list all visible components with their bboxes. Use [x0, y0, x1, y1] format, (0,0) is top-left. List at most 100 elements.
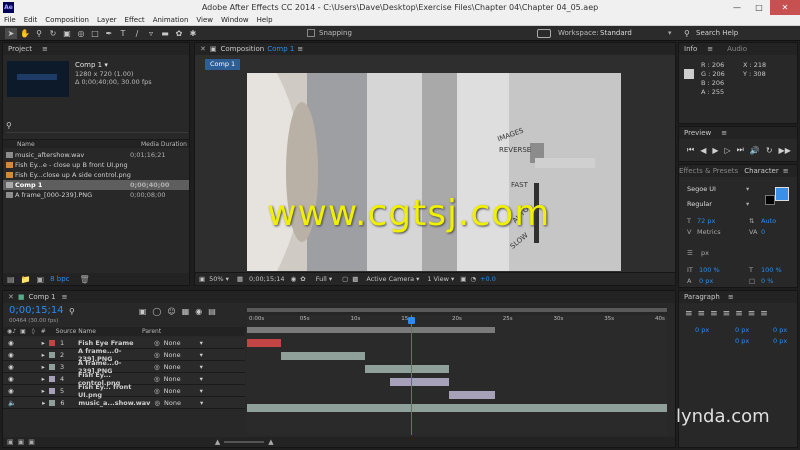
menu-composition[interactable]: Composition: [41, 15, 93, 26]
type-tool-icon[interactable]: T: [117, 28, 129, 39]
indent-first-value[interactable]: 0 px: [735, 326, 749, 334]
mute-icon[interactable]: 🔊: [750, 146, 760, 155]
menu-effect[interactable]: Effect: [121, 15, 149, 26]
menu-view[interactable]: View: [192, 15, 217, 26]
magnification-select[interactable]: 50%: [209, 275, 223, 283]
project-item[interactable]: A frame_[000-239].PNG 0;00;08;00: [3, 190, 189, 200]
layer-parent-select[interactable]: None: [164, 363, 200, 371]
trash-icon[interactable]: 🗑: [80, 275, 90, 284]
layer-parent-select[interactable]: None: [164, 387, 200, 395]
search-help-input[interactable]: Search Help: [696, 27, 738, 40]
menu-file[interactable]: File: [0, 15, 20, 26]
project-tab[interactable]: Project: [8, 43, 32, 55]
last-frame-icon[interactable]: ⏭: [737, 145, 744, 155]
new-comp-icon[interactable]: ▣: [37, 275, 45, 284]
shy-layers-icon[interactable]: ☺: [167, 307, 175, 316]
graph-editor-icon[interactable]: ▤: [208, 307, 216, 316]
layer-name[interactable]: Fish Eye Frame: [78, 339, 152, 347]
stroke-width-value[interactable]: px: [701, 249, 709, 257]
composition-viewer-image[interactable]: IMAGES REVERSE FAST AUTO SLOW www.cgtsj.…: [247, 73, 621, 271]
layer-parent-select[interactable]: None: [164, 339, 200, 347]
region-icon[interactable]: ▢: [342, 275, 348, 283]
eraser-tool-icon[interactable]: ▬: [159, 28, 171, 39]
parent-dropdown-icon[interactable]: ▾: [200, 363, 203, 371]
align-left-icon[interactable]: ≡: [685, 309, 693, 319]
ram-preview-icon[interactable]: ▶▶: [779, 146, 791, 155]
brush-tool-icon[interactable]: ∕: [131, 28, 143, 39]
pick-whip-icon[interactable]: ◎: [154, 363, 160, 371]
zoom-tool-icon[interactable]: ⚲: [33, 28, 45, 39]
timeline-tab[interactable]: Comp 1: [29, 291, 56, 303]
layer-duration-bar[interactable]: [247, 339, 281, 347]
comp-sub-tab[interactable]: Comp 1: [205, 59, 241, 70]
expand-triangle-icon[interactable]: ▸: [42, 339, 45, 347]
exposure-value[interactable]: +0.0: [480, 275, 496, 283]
fill-color-swatch[interactable]: [775, 187, 789, 201]
baseline-shift-value[interactable]: 0 px: [699, 277, 713, 285]
justify-center-icon[interactable]: ≡: [735, 309, 743, 319]
panel-menu-icon[interactable]: ≡: [721, 127, 727, 139]
puppet-pin-tool-icon[interactable]: ✱: [187, 28, 199, 39]
kerning-value[interactable]: Metrics: [697, 228, 721, 236]
frame-blending-icon[interactable]: ▦: [182, 307, 190, 316]
resolution-select[interactable]: Full: [316, 275, 327, 283]
panel-menu-icon[interactable]: ≡: [62, 291, 68, 303]
audio-tab[interactable]: Audio: [727, 43, 747, 55]
col-duration[interactable]: Media Duration: [141, 141, 187, 148]
lock-icon[interactable]: ▣: [210, 43, 217, 55]
indent-right-value[interactable]: 0 px: [773, 326, 787, 334]
view-dropdown-icon[interactable]: ▾: [451, 275, 454, 283]
pick-whip-icon[interactable]: ◎: [154, 399, 160, 407]
work-area-bar[interactable]: [247, 327, 495, 333]
visibility-icon[interactable]: ◉: [8, 351, 14, 359]
preview-tab[interactable]: Preview: [684, 127, 711, 139]
horizontal-scale-value[interactable]: 100 %: [761, 266, 782, 274]
space-after-value[interactable]: 0 px: [773, 337, 787, 345]
visibility-icon[interactable]: ◉: [8, 375, 14, 383]
info-tab[interactable]: Info: [684, 43, 697, 55]
layer-parent-select[interactable]: None: [164, 399, 200, 407]
close-tab-icon[interactable]: ✕: [8, 291, 14, 303]
menu-edit[interactable]: Edit: [20, 15, 42, 26]
project-item-selected[interactable]: Comp 1 0;00;40;00: [3, 180, 189, 190]
layer-duration-bar[interactable]: [280, 352, 365, 360]
time-navigator-bar[interactable]: [247, 308, 667, 312]
motion-blur-icon[interactable]: ◉: [195, 307, 202, 316]
expand-triangle-icon[interactable]: ▸: [42, 399, 45, 407]
zoom-out-icon[interactable]: ▲: [215, 438, 220, 446]
workspace-dropdown-icon[interactable]: ▾: [668, 27, 672, 40]
exposure-icon[interactable]: ◔: [470, 275, 476, 283]
camera-select[interactable]: Active Camera: [366, 275, 414, 283]
parent-dropdown-icon[interactable]: ▾: [200, 387, 203, 395]
transfer-controls-icon[interactable]: ▣: [18, 438, 25, 446]
panel-menu-icon[interactable]: ≡: [728, 291, 734, 303]
expand-triangle-icon[interactable]: ▸: [42, 375, 45, 383]
current-time-indicator[interactable]: [410, 315, 412, 435]
timeline-zoom-slider[interactable]: [224, 441, 265, 443]
layer-duration-bar[interactable]: [389, 378, 449, 386]
next-frame-icon[interactable]: ▷: [725, 146, 731, 155]
clone-stamp-tool-icon[interactable]: ▿: [145, 28, 157, 39]
hand-tool-icon[interactable]: ✋: [19, 28, 31, 39]
menu-animation[interactable]: Animation: [149, 15, 193, 26]
leading-value[interactable]: Auto: [761, 217, 776, 225]
font-dropdown-icon[interactable]: ▾: [746, 185, 749, 193]
audio-icon[interactable]: 🔈: [8, 399, 16, 407]
expand-triangle-icon[interactable]: ▸: [42, 363, 45, 371]
project-item[interactable]: music_aftershow.wav 0;01;16;21: [3, 150, 189, 160]
expand-triangle-icon[interactable]: ▸: [42, 351, 45, 359]
vertical-scale-value[interactable]: 100 %: [699, 266, 720, 274]
interpret-footage-icon[interactable]: ▤: [7, 275, 15, 284]
layer-row[interactable]: ◉ ▸ 5 Fish Ey... front UI.png ◎ None ▾: [3, 383, 245, 399]
panel-menu-icon[interactable]: ≡: [42, 43, 48, 55]
in-out-icon[interactable]: ▣: [28, 438, 35, 446]
parent-dropdown-icon[interactable]: ▾: [200, 399, 203, 407]
workspace-select[interactable]: Standard: [600, 27, 670, 40]
visibility-icon[interactable]: ◉: [8, 363, 14, 371]
transparency-grid-icon[interactable]: ▩: [352, 275, 358, 283]
camera-tool-icon[interactable]: ▣: [61, 28, 73, 39]
play-icon[interactable]: ▶: [712, 146, 718, 155]
resolution-dropdown-icon[interactable]: ▾: [329, 275, 332, 283]
minimize-icon[interactable]: —: [726, 0, 748, 15]
rotate-tool-icon[interactable]: ↻: [47, 28, 59, 39]
